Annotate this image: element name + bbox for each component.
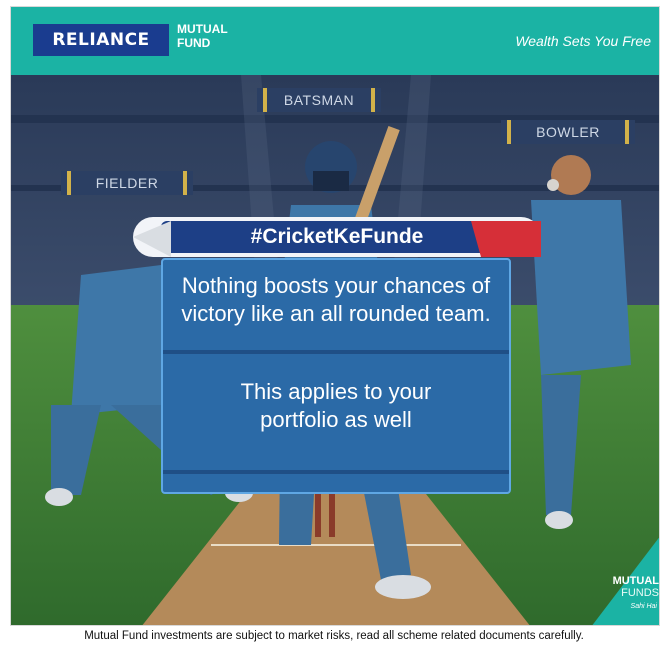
cricket-scene: BATSMAN BOWLER FIELDER #CricketKeFunde N… <box>11 75 659 625</box>
hashtag-text: #CricketKeFunde <box>250 225 424 248</box>
badge-line-3: Sahi Hai <box>630 603 657 610</box>
ad-frame: RELIANCE MUTUAL FUND Wealth Sets You Fre… <box>10 6 660 626</box>
badge-line-2: FUNDS <box>621 587 659 599</box>
header-bar: RELIANCE MUTUAL FUND Wealth Sets You Fre… <box>11 7 659 75</box>
bowler-tag: BOWLER <box>501 120 635 144</box>
hashtag-banner: #CricketKeFunde <box>133 217 541 259</box>
mutual-funds-badge: MUTUAL FUNDS Sahi Hai <box>601 547 659 625</box>
badge-line-1: MUTUAL <box>612 575 659 587</box>
logo-subtitle: MUTUAL FUND <box>177 22 228 50</box>
fielder-tag: FIELDER <box>61 171 193 195</box>
message-line-1: Nothing boosts your chances of victory l… <box>181 273 491 326</box>
message-card: Nothing boosts your chances of victory l… <box>161 258 511 494</box>
card-divider <box>163 470 509 474</box>
reliance-logo: RELIANCE <box>33 24 169 56</box>
disclaimer-text: Mutual Fund investments are subject to m… <box>84 630 584 642</box>
tagline: Wealth Sets You Free <box>515 33 651 49</box>
card-divider <box>163 350 509 354</box>
message-line-2: This applies to your portfolio as well <box>240 379 432 432</box>
batsman-tag: BATSMAN <box>257 88 381 112</box>
